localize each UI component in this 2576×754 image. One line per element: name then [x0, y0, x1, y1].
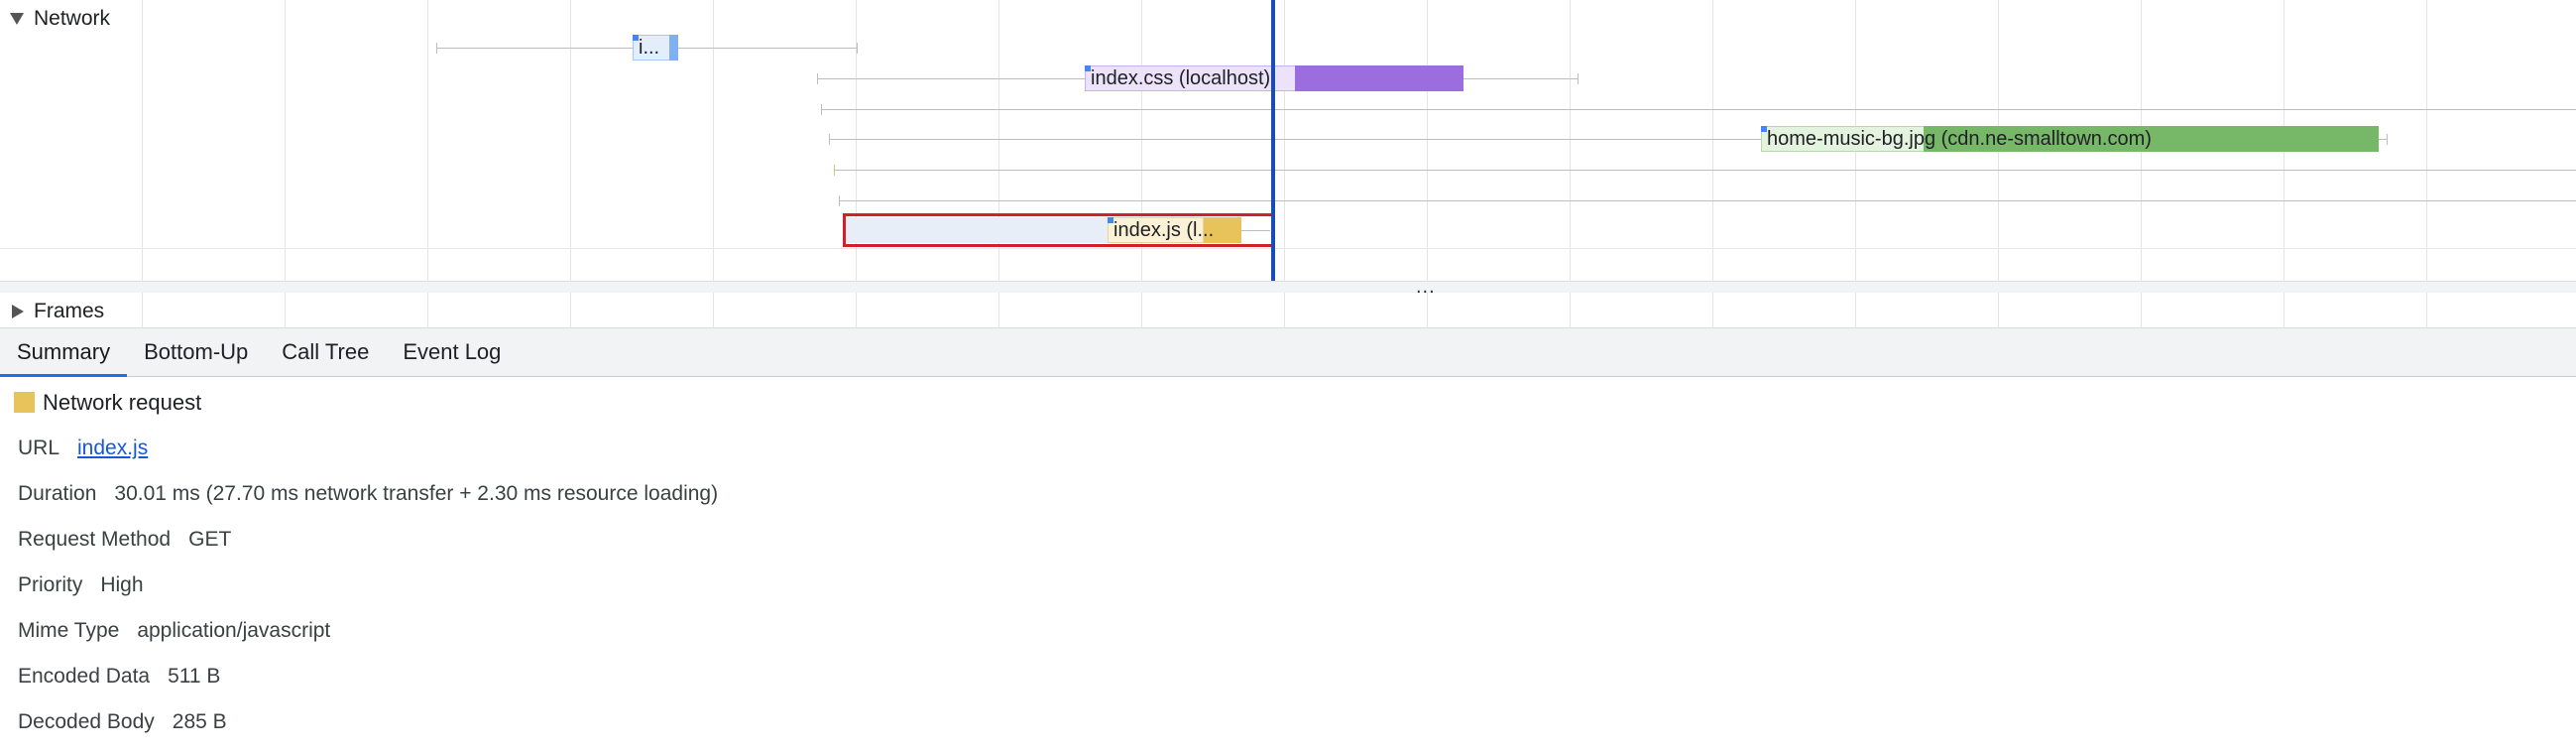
gridline: [713, 0, 714, 327]
whisker-tick: [2387, 134, 2388, 145]
priority-label: Priority: [18, 573, 83, 596]
url-row: URL index.js: [18, 437, 148, 460]
category-swatch: [14, 392, 35, 413]
gridline: [1284, 0, 1285, 327]
timeline-panel[interactable]: Network i... index.css (localhost) home-…: [0, 0, 2576, 327]
gridline: [998, 0, 999, 327]
mime-row: Mime Type application/javascript: [18, 619, 330, 643]
whisker-tick: [857, 43, 858, 54]
gridline: [2283, 0, 2284, 327]
request-whisker: [821, 109, 2576, 110]
gridline: [570, 0, 571, 327]
tab-call-tree[interactable]: Call Tree: [265, 328, 386, 376]
whisker-tick: [436, 43, 437, 54]
gridline: [1855, 0, 1856, 327]
encoded-value: 511 B: [168, 665, 221, 688]
gridline: [427, 0, 428, 327]
whisker-tick: [817, 73, 818, 84]
selected-request-outline[interactable]: [843, 213, 1275, 247]
tab-summary[interactable]: Summary: [0, 328, 128, 377]
collapse-triangle-icon[interactable]: [10, 13, 24, 25]
gridline: [2141, 0, 2142, 327]
resize-handle-icon[interactable]: ...: [1416, 276, 1436, 299]
whisker-tick: [834, 165, 835, 176]
frames-track-label: Frames: [34, 300, 105, 322]
whisker-tick: [829, 134, 830, 145]
mime-label: Mime Type: [18, 619, 120, 642]
decoded-row: Decoded Body 285 B: [18, 710, 227, 734]
whisker-tick: [839, 195, 840, 206]
request-whisker: [834, 170, 2576, 171]
request-label-4: home-music-bg.jpg (cdn.ne-smalltown.com): [1767, 128, 2152, 150]
gridline: [1712, 0, 1713, 327]
tab-bottom-up[interactable]: Bottom-Up: [127, 328, 265, 376]
whisker-tick: [1578, 73, 1579, 84]
frames-track-header[interactable]: Frames: [0, 295, 115, 327]
decoded-value: 285 B: [172, 710, 227, 733]
priority-value: High: [100, 573, 144, 596]
request-whisker: [839, 200, 2576, 201]
url-link[interactable]: index.js: [77, 437, 148, 459]
duration-value: 30.01 ms (27.70 ms network transfer + 2.…: [114, 482, 719, 505]
tab-event-log[interactable]: Event Log: [386, 328, 518, 376]
duration-row: Duration 30.01 ms (27.70 ms network trans…: [18, 482, 718, 506]
method-row: Request Method GET: [18, 528, 231, 552]
request-label-2: index.css (localhost): [1091, 67, 1271, 89]
mime-value: application/javascript: [137, 619, 331, 642]
network-track-header[interactable]: Network: [0, 2, 121, 36]
summary-panel: Network request URL index.js Duration 30.0…: [0, 377, 2576, 754]
whisker-tick: [821, 104, 822, 115]
url-label: URL: [18, 437, 60, 459]
gridline: [142, 0, 143, 327]
expand-triangle-icon[interactable]: [12, 305, 24, 318]
request-label-1: i...: [639, 37, 660, 59]
summary-title-row: Network request: [14, 390, 201, 416]
time-cursor-line[interactable]: [1271, 0, 1275, 281]
row-separator: [0, 248, 2576, 249]
encoded-label: Encoded Data: [18, 665, 151, 688]
method-label: Request Method: [18, 528, 172, 551]
method-value: GET: [188, 528, 232, 551]
gridline: [2426, 0, 2427, 327]
gridline: [285, 0, 286, 327]
gridline: [1998, 0, 1999, 327]
track-divider[interactable]: [0, 281, 2576, 293]
details-tabbar: Summary Bottom-Up Call Tree Event Log: [0, 327, 2576, 377]
summary-title: Network request: [43, 390, 202, 415]
decoded-label: Decoded Body: [18, 710, 155, 733]
network-track-label: Network: [34, 7, 111, 30]
gridline: [1570, 0, 1571, 327]
duration-label: Duration: [18, 482, 97, 505]
gridline: [1141, 0, 1142, 327]
encoded-row: Encoded Data 511 B: [18, 665, 220, 689]
priority-row: Priority High: [18, 573, 144, 597]
